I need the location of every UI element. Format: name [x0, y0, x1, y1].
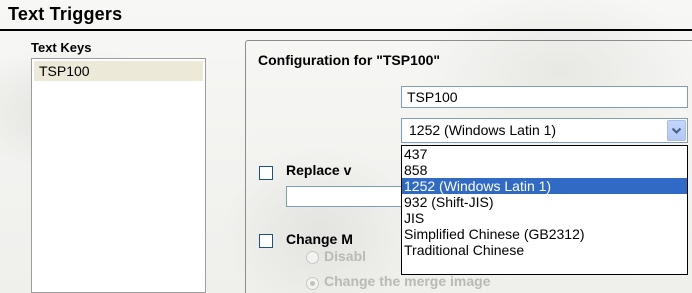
trigger-name-input[interactable]	[401, 86, 688, 108]
section-title: Text Triggers	[8, 4, 123, 24]
title-divider	[0, 29, 692, 31]
dropdown-option[interactable]: 932 (Shift-JIS)	[402, 194, 687, 210]
dropdown-option[interactable]: Simplified Chinese (GB2312)	[402, 226, 687, 242]
dropdown-option[interactable]: Traditional Chinese	[402, 242, 687, 258]
codepage-dropdown-list[interactable]: 437 858 1252 (Windows Latin 1) 932 (Shif…	[401, 145, 688, 275]
dropdown-option[interactable]: JIS	[402, 210, 687, 226]
dropdown-option-highlighted[interactable]: 1252 (Windows Latin 1)	[402, 178, 687, 194]
chevron-down-icon[interactable]	[667, 120, 686, 141]
codepage-selected-value: 1252 (Windows Latin 1)	[409, 122, 557, 138]
text-keys-label: Text Keys	[31, 40, 92, 55]
configuration-title: Configuration for "TSP100"	[258, 52, 441, 68]
codepage-select[interactable]: 1252 (Windows Latin 1)	[401, 118, 688, 143]
change-merge-radio-label: Change the merge image	[324, 273, 491, 289]
replace-label: Replace v	[286, 162, 352, 178]
disable-radio[interactable]	[306, 251, 319, 264]
text-keys-list[interactable]: TSP100	[31, 58, 206, 293]
dropdown-option[interactable]: 437	[402, 146, 687, 162]
change-merge-checkbox[interactable]	[259, 234, 273, 248]
change-merge-label: Change M	[286, 231, 353, 247]
text-key-item[interactable]: TSP100	[34, 61, 203, 81]
replace-checkbox[interactable]	[259, 166, 273, 180]
dropdown-option[interactable]: 858	[402, 162, 687, 178]
change-merge-radio[interactable]	[306, 277, 319, 290]
disable-radio-label: Disabl	[324, 248, 367, 264]
